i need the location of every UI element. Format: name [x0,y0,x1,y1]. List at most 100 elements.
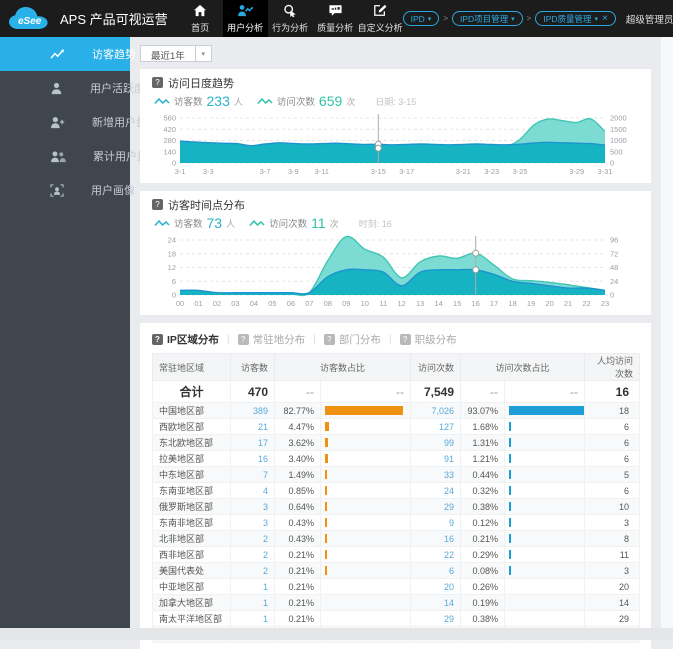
visitors-count[interactable]: 17 [230,434,275,451]
app-title: APS 产品可视运营 [60,12,168,27]
breadcrumb-separator: > [526,14,532,23]
help-icon[interactable]: ? [323,333,335,345]
sidebar-item-1[interactable]: 访客趋势 [0,37,136,71]
visitors-count[interactable]: 2 [230,562,275,579]
caret-down-icon[interactable]: ▾ [194,46,211,61]
visitors-bar-cell [319,418,412,435]
tab-职级分布[interactable]: ? 职级分布 [399,332,457,347]
visits-count[interactable]: 7,026 [410,402,462,419]
svg-text:420: 420 [163,125,176,134]
sidebar-item-3[interactable]: 新增用户量 [0,105,147,139]
visitors-count[interactable]: 389 [230,402,275,419]
close-icon[interactable]: × [602,13,608,24]
help-icon[interactable]: ? [152,199,163,210]
visits-bar-cell [504,546,586,563]
visits-count[interactable]: 91 [410,450,462,467]
current-point-label: 时刻: 16 [358,218,392,229]
visits-count[interactable]: 29 [410,498,462,515]
logo[interactable]: eSee [0,5,56,32]
nav-item-4[interactable]: 质量分析 [313,0,358,37]
svg-text:3-15: 3-15 [371,167,386,176]
visitors-count[interactable]: 7 [230,466,275,483]
tab-常驻地分布[interactable]: ? 常驻地分布 [237,332,305,347]
stat-label: 访问次数 [269,219,308,230]
visits-count[interactable]: 33 [410,466,462,483]
visitors-count[interactable]: 16 [230,450,275,467]
visits-bar [509,502,512,511]
visitors-pct: 3.62% [274,434,321,451]
avg-visits: 14 [584,594,641,611]
visits-count[interactable]: 99 [410,434,462,451]
help-icon[interactable]: ? [399,333,411,345]
visits-count[interactable]: 9 [410,514,462,531]
nav-item-5[interactable]: 自定义分析 [358,0,403,37]
sidebar-item-4[interactable]: 累计用户量 [0,139,148,173]
nav-label: 质量分析 [317,22,354,33]
visitors-pct: 0.21% [274,546,321,563]
visitors-count[interactable]: 3 [230,498,275,515]
visits-bar-cell [504,498,586,515]
visitors-count[interactable]: 1 [230,594,275,611]
visits-count[interactable]: 127 [410,418,462,435]
svg-text:06: 06 [287,299,295,308]
visitors-count[interactable]: 2 [230,530,275,547]
breadcrumb-pill-2[interactable]: IPD项目管理 ▾ [451,11,523,26]
visitors-bar-cell [319,514,412,531]
nav-item-2[interactable]: 用户分析 [222,0,268,37]
tab-IP区域分布[interactable]: ? IP区域分布 [152,332,219,347]
visits-count[interactable]: 22 [410,546,462,563]
visitors-count[interactable]: 4 [230,482,275,499]
visits-count[interactable]: 20 [410,578,462,595]
hourly-chart[interactable]: 0 0 6 24 12 48 18 72 24 96 00 01 02 03 04 05 06 07 08 09 10 1… [152,235,639,309]
nav-label: 行为分析 [272,22,309,33]
visits-count[interactable]: 29 [410,610,462,627]
visits-count[interactable]: 6 [410,562,462,579]
svg-text:08: 08 [324,299,332,308]
table-row: 西非地区部 2 0.21% 22 0.29% 11 [152,546,641,563]
column-header: 常驻地区域 [152,353,231,381]
nav-item-3[interactable]: 行为分析 [268,0,313,37]
nav-item-1[interactable]: 首页 [178,0,223,37]
time-range-select[interactable]: 最近1年 ▾ [140,45,212,62]
svg-text:6: 6 [172,277,176,286]
table-row: 中国地区部 389 82.77% 7,026 93.07% 18 [152,402,641,419]
breadcrumb-pill-1[interactable]: IPD ▾ [402,11,440,26]
sidebar-item-5[interactable]: 用户画像 [0,173,135,207]
visits-bar-cell [504,402,586,419]
visitors-count[interactable]: 21 [230,418,275,435]
help-icon[interactable]: ? [152,333,163,345]
svg-text:2000: 2000 [610,114,627,123]
visitors-count[interactable]: 3 [230,514,275,531]
visits-pct: 0.19% [460,594,506,611]
visitors-pct: 3.40% [274,450,321,467]
visitors-bar-cell [319,450,412,467]
stat-unit: 次 [329,218,339,229]
visitors-count[interactable]: 1 [230,610,275,627]
help-icon[interactable]: ? [152,77,163,88]
visitors-count[interactable]: 1 [230,578,275,595]
visitors-count[interactable]: 2 [230,546,275,563]
tab-部门分布[interactable]: ? 部门分布 [323,332,381,347]
pill-label: IPD项目管理 [459,13,509,24]
svg-text:19: 19 [527,299,535,308]
help-icon[interactable]: ? [237,333,249,345]
home-icon [193,4,207,18]
total-cell: -- [504,380,586,403]
user-role: 超级管理员 [625,14,673,26]
visitors-bar [325,566,327,575]
column-header: 访问次数占比 [460,353,586,381]
visitors-pct: 0.21% [274,578,321,595]
visits-count[interactable]: 24 [410,482,462,499]
svg-text:96: 96 [610,236,618,245]
stat-unit: 人 [233,96,243,107]
caret-down-icon: ▾ [427,15,432,23]
stat-访客数: 访客数 73 人 [154,215,235,231]
breadcrumb-pill-3[interactable]: IPD质量管理 ▾ × [535,11,616,26]
daily-trend-chart[interactable]: 0 0 140 500 280 1000 420 1500 560 2000 3-1 3-3 3-7 3-… [152,113,639,177]
visits-count[interactable]: 16 [410,530,462,547]
svg-text:18: 18 [168,249,176,258]
visitors-bar [325,470,327,479]
sidebar-item-2[interactable]: 用户活跃度 [0,71,145,105]
visits-count[interactable]: 14 [410,594,462,611]
column-header: 访问次数 [410,353,462,381]
